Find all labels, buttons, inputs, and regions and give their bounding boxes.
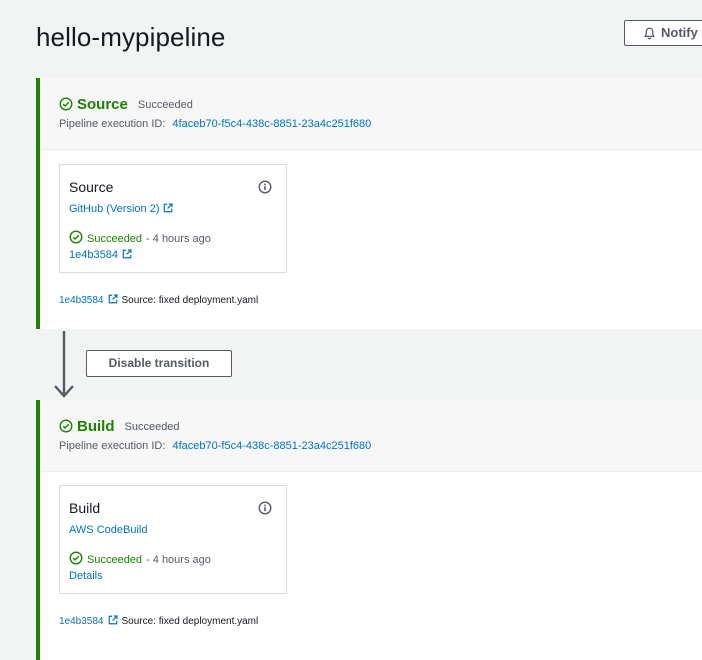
stage-header: Source Succeeded Pipeline execution ID: 4…: [40, 78, 702, 150]
footer-commit-message: Source: fixed deployment.yaml: [121, 616, 259, 627]
success-check-icon: [59, 97, 73, 111]
execution-id-label: Pipeline execution ID:: [59, 118, 166, 130]
execution-id-link[interactable]: 4faceb70-f5c4-438c-8851-23a4c251f680: [172, 440, 371, 452]
success-check-icon: [69, 551, 83, 565]
external-link-icon[interactable]: [163, 203, 174, 213]
provider-link[interactable]: GitHub (Version 2): [69, 203, 159, 215]
action-provider: GitHub (Version 2): [69, 203, 174, 215]
stage-execution-id: Pipeline execution ID: 4faceb70-f5c4-438…: [59, 440, 371, 452]
stage-execution-id: Pipeline execution ID: 4faceb70-f5c4-438…: [59, 118, 371, 130]
action-card-build: Build AWS CodeBuild Succeeded - 4 hours a…: [59, 485, 287, 594]
action-card-source: Source GitHub (Version 2) Succeeded - 4 h…: [59, 164, 287, 273]
info-icon[interactable]: [258, 501, 272, 515]
stage-name: Build: [77, 418, 115, 435]
page-header: hello-mypipeline Notify: [0, 0, 702, 78]
details-link[interactable]: Details: [69, 570, 103, 582]
stage-title: Build Succeeded: [59, 418, 180, 435]
stage-source: Source Succeeded Pipeline execution ID: 4…: [36, 78, 702, 329]
stage-header: Build Succeeded Pipeline execution ID: 4f…: [40, 400, 702, 472]
stage-status: Succeeded: [124, 421, 180, 433]
execution-id-label: Pipeline execution ID:: [59, 440, 166, 452]
action-status: Succeeded - 4 hours ago: [69, 230, 211, 245]
stage-title: Source Succeeded: [59, 96, 193, 113]
disable-transition-button[interactable]: Disable transition: [86, 350, 232, 377]
stage-build: Build Succeeded Pipeline execution ID: 4f…: [36, 400, 702, 660]
external-link-icon[interactable]: [108, 615, 118, 625]
footer-commit-message: Source: fixed deployment.yaml: [121, 295, 259, 306]
stage-footer: 1e4b3584 Source: fixed deployment.yaml: [59, 615, 258, 627]
success-check-icon: [59, 419, 73, 433]
action-status-text: Succeeded: [87, 554, 143, 566]
action-link: 1e4b3584: [69, 249, 132, 261]
page-title: hello-mypipeline: [36, 22, 226, 52]
action-time: - 4 hours ago: [146, 554, 211, 566]
action-title: Build: [69, 500, 101, 516]
execution-id-link[interactable]: 4faceb70-f5c4-438c-8851-23a4c251f680: [172, 118, 371, 130]
stage-status: Succeeded: [137, 99, 193, 111]
action-status: Succeeded - 4 hours ago: [69, 551, 211, 566]
action-link: Details: [69, 570, 103, 582]
stage-transition: Disable transition: [36, 328, 702, 400]
external-link-icon[interactable]: [108, 294, 118, 304]
bell-icon: [644, 27, 655, 40]
footer-commit-link[interactable]: 1e4b3584: [59, 616, 104, 627]
notify-button[interactable]: Notify: [624, 20, 702, 46]
footer-commit-link[interactable]: 1e4b3584: [59, 295, 104, 306]
action-provider: AWS CodeBuild: [69, 524, 147, 536]
action-time: - 4 hours ago: [146, 233, 211, 245]
success-check-icon: [69, 230, 83, 244]
action-status-text: Succeeded: [87, 233, 143, 245]
stage-name: Source: [77, 96, 128, 113]
provider-link[interactable]: AWS CodeBuild: [69, 524, 147, 536]
info-icon[interactable]: [258, 180, 272, 194]
notify-label: Notify: [661, 25, 698, 40]
external-link-icon[interactable]: [122, 249, 132, 259]
commit-link[interactable]: 1e4b3584: [69, 249, 118, 261]
action-title: Source: [69, 179, 114, 195]
transition-arrow-icon: [54, 331, 74, 398]
stage-footer: 1e4b3584 Source: fixed deployment.yaml: [59, 294, 258, 306]
